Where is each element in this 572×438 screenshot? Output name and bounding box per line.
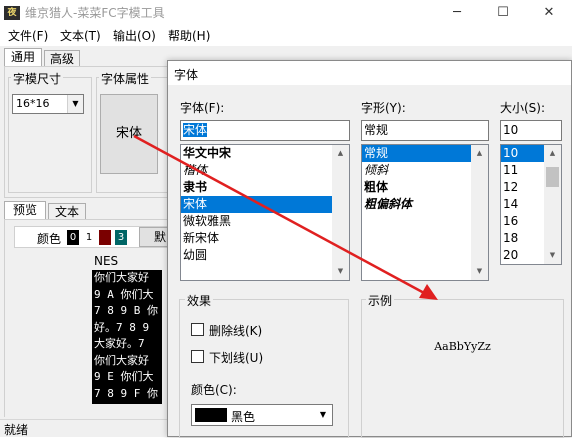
sample-label: 示例: [366, 292, 395, 309]
preview-line: 你们大家好: [94, 353, 149, 367]
scroll-up-icon[interactable]: ▲: [471, 145, 488, 162]
scroll-up-icon[interactable]: ▲: [332, 145, 349, 162]
dialog-title-bar: 字体: [168, 61, 571, 85]
font-label: 字体(F):: [180, 101, 225, 115]
font-group-label: 字体属性: [99, 70, 152, 87]
color-row: 颜色 0 1 3 默: [14, 226, 179, 248]
style-list-scrollbar[interactable]: ▲ ▼: [471, 145, 488, 280]
chevron-down-icon[interactable]: ▼: [67, 95, 83, 113]
preview-line: 你们大家好: [94, 271, 149, 284]
scroll-down-icon[interactable]: ▼: [332, 263, 349, 280]
sample-group: AaBbYyZz: [361, 299, 564, 438]
style-label: 字形(Y):: [361, 101, 406, 115]
scroll-down-icon[interactable]: ▼: [544, 247, 561, 264]
color-swatch-2[interactable]: [99, 230, 111, 245]
style-list[interactable]: 常规 倾斜 粗体 粗偏斜体 ▲ ▼: [361, 144, 489, 281]
font-list-item[interactable]: 新宋体: [181, 230, 349, 247]
menu-file[interactable]: 文件(F): [8, 28, 48, 44]
font-list-item[interactable]: 宋体: [181, 196, 349, 213]
color-swatch-0[interactable]: 0: [67, 230, 79, 245]
font-list-scrollbar[interactable]: ▲ ▼: [332, 145, 349, 280]
tab-advanced[interactable]: 高级: [44, 50, 80, 66]
style-input[interactable]: 常规: [361, 120, 489, 141]
font-list-item[interactable]: 隶书: [181, 179, 349, 196]
color-label: 颜色(C):: [191, 383, 237, 397]
size-select-value: 16*16: [16, 97, 50, 110]
title-bar: 夜 维京猎人-菜菜FC字模工具 ─ ☐ ✕: [0, 0, 572, 26]
color-row-label: 颜色: [37, 232, 62, 246]
preview-area: 你们大家好 9 A 你们大 7 8 9 B 你 好。7 8 9 大家好。7 你们…: [92, 270, 162, 404]
size-list-scrollbar[interactable]: ▲ ▼: [544, 145, 561, 264]
style-list-item[interactable]: 常规: [362, 145, 488, 162]
menu-text[interactable]: 文本(T): [60, 28, 101, 44]
underline-label: 下划线(U): [209, 351, 264, 365]
font-name-value: 宋体: [183, 123, 208, 137]
style-list-item[interactable]: 倾斜: [362, 162, 488, 179]
style-list-item[interactable]: 粗偏斜体: [362, 196, 488, 213]
tab-general[interactable]: 通用: [4, 48, 42, 66]
font-button[interactable]: 宋体: [100, 94, 158, 174]
preview-line: 9 A 你们大: [94, 287, 154, 301]
preview-line: 好。7 8 9: [94, 320, 150, 334]
color-select[interactable]: 黑色 ▼: [191, 404, 333, 426]
preview-line: 大家好。7: [94, 337, 145, 350]
preview-line: 7 8 9 F 你: [94, 386, 158, 400]
color-swatch-1[interactable]: 1: [83, 230, 95, 245]
strikeout-label: 删除线(K): [209, 324, 263, 338]
style-list-item[interactable]: 粗体: [362, 179, 488, 196]
status-text: 就绪: [4, 423, 29, 437]
app-logo-icon: 夜: [4, 6, 20, 20]
size-select[interactable]: 16*16 ▼: [12, 94, 84, 114]
tab-preview[interactable]: 预览: [4, 201, 46, 219]
font-list-item[interactable]: 幼圆: [181, 247, 349, 264]
maximize-button[interactable]: ☐: [480, 0, 526, 26]
window-title: 维京猎人-菜菜FC字模工具: [25, 6, 165, 20]
color-preview-swatch: [195, 408, 227, 422]
preview-platform-label: NES: [94, 254, 119, 268]
close-button[interactable]: ✕: [526, 0, 572, 26]
scroll-down-icon[interactable]: ▼: [471, 263, 488, 280]
menu-output[interactable]: 输出(O): [113, 28, 156, 44]
font-list-item[interactable]: 楷体: [181, 162, 349, 179]
strikeout-checkbox[interactable]: [191, 323, 204, 336]
effects-label: 效果: [185, 292, 214, 309]
font-list-item[interactable]: 微软雅黑: [181, 213, 349, 230]
font-dialog: 字体 字体(F): 宋体 华文中宋 楷体 隶书 宋体 微软雅黑 新宋体 幼圆 ▲…: [167, 60, 572, 438]
menu-bar: 文件(F) 文本(T) 输出(O) 帮助(H): [0, 26, 572, 46]
size-list[interactable]: 10 11 12 14 16 18 20 ▲ ▼: [500, 144, 562, 265]
minimize-button[interactable]: ─: [434, 0, 480, 26]
chevron-down-icon[interactable]: ▼: [314, 405, 332, 425]
dialog-title: 字体: [174, 68, 199, 82]
scroll-thumb[interactable]: [546, 167, 559, 187]
size-label: 大小(S):: [500, 101, 546, 115]
preview-line: 9 E 你们大: [94, 370, 154, 383]
color-swatch-3[interactable]: 3: [115, 230, 127, 245]
scroll-up-icon[interactable]: ▲: [544, 145, 561, 162]
size-input[interactable]: 10: [500, 120, 562, 141]
size-group-label: 字模尺寸: [11, 70, 64, 87]
font-name-input[interactable]: 宋体: [180, 120, 350, 141]
tab-text[interactable]: 文本: [48, 203, 86, 219]
sample-text: AaBbYyZz: [434, 340, 491, 353]
preview-line: 7 8 9 B 你: [94, 304, 158, 317]
font-list[interactable]: 华文中宋 楷体 隶书 宋体 微软雅黑 新宋体 幼圆 ▲ ▼: [180, 144, 350, 281]
menu-help[interactable]: 帮助(H): [168, 28, 210, 44]
underline-checkbox[interactable]: [191, 350, 204, 363]
font-list-item[interactable]: 华文中宋: [181, 145, 349, 162]
color-select-value: 黑色: [231, 410, 256, 424]
